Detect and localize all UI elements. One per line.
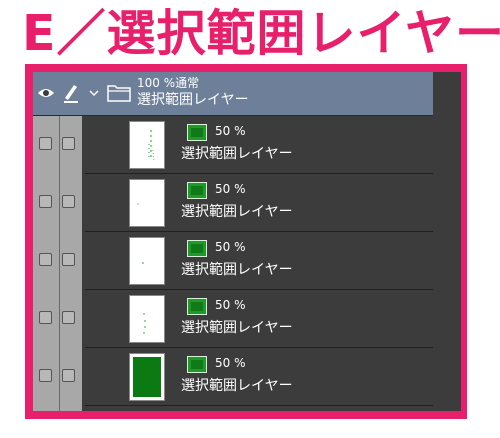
folder-name[interactable]: 選択範囲レイヤー [137,90,249,110]
visibility-toggle[interactable] [39,253,52,266]
layer-name[interactable]: 選択範囲レイヤー [181,318,293,338]
layer-row[interactable]: 50 % 選択範囲レイヤー [39,174,433,232]
visibility-column [33,72,59,411]
layer-name[interactable]: 選択範囲レイヤー [181,144,293,164]
folder-icon [107,85,131,102]
layer-row[interactable]: 50 % 選択範囲レイヤー [39,232,433,290]
layer-opacity: 50 % [215,182,246,196]
layer-folder-row[interactable]: 100 %通常 選択範囲レイヤー [33,72,433,116]
edit-lock-toggle[interactable] [62,369,75,382]
selection-color-chip [187,182,207,199]
layer-name[interactable]: 選択範囲レイヤー [181,260,293,280]
layer-name[interactable]: 選択範囲レイヤー [181,376,293,396]
layer-opacity: 50 % [215,240,246,254]
layer-thumbnail [129,179,165,227]
layer-opacity: 50 % [215,356,246,370]
layer-opacity: 50 % [215,298,246,312]
visibility-toggle[interactable] [39,369,52,382]
selection-color-chip [187,298,207,315]
layer-row[interactable]: 50 % 選択範囲レイヤー [39,290,433,348]
layer-panel: 100 %通常 選択範囲レイヤー 50 % 選択範囲レイヤー 50 % 選択範囲… [33,72,461,411]
layer-thumbnail [129,121,165,169]
layer-name[interactable]: 選択範囲レイヤー [181,202,293,222]
chevron-down-icon[interactable] [89,88,99,98]
layer-thumbnail [129,353,165,401]
layer-opacity: 50 % [215,124,246,138]
eye-icon[interactable] [37,86,55,100]
edit-lock-toggle[interactable] [62,253,75,266]
visibility-toggle[interactable] [39,195,52,208]
edit-lock-toggle[interactable] [62,195,75,208]
edit-lock-column [60,72,82,411]
edit-lock-toggle[interactable] [62,137,75,150]
edit-lock-toggle[interactable] [62,311,75,324]
selection-color-chip [187,124,207,141]
panel-scroll-area [433,72,461,411]
layer-row[interactable]: 50 % 選択範囲レイヤー [39,348,433,406]
layer-thumbnail [129,295,165,343]
selection-color-chip [187,356,207,373]
pen-icon[interactable] [62,82,80,104]
layer-thumbnail [129,237,165,285]
visibility-toggle[interactable] [39,137,52,150]
folder-blend-mode: 100 %通常 [137,76,200,90]
page-heading: E／選択範囲レイヤー [22,5,500,62]
layer-row[interactable]: 50 % 選択範囲レイヤー [39,116,433,174]
selection-color-chip [187,240,207,257]
visibility-toggle[interactable] [39,311,52,324]
highlight-frame: 100 %通常 選択範囲レイヤー 50 % 選択範囲レイヤー 50 % 選択範囲… [25,64,467,419]
